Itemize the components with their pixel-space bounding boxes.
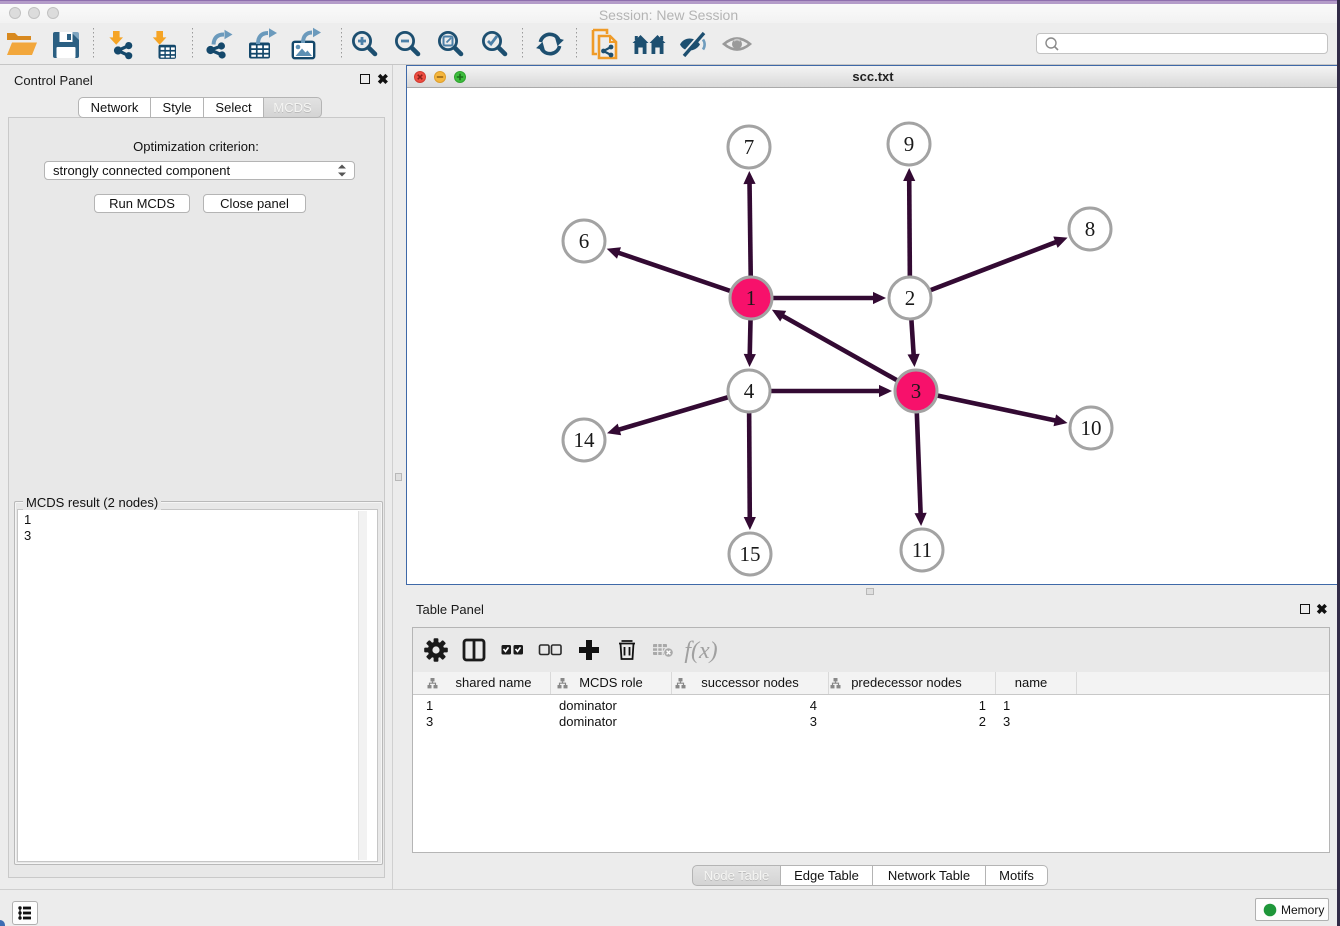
svg-text:f(x): f(x) <box>684 638 717 664</box>
svg-text:2: 2 <box>905 286 916 310</box>
svg-text:3: 3 <box>911 379 922 403</box>
svg-text:10: 10 <box>1081 416 1102 440</box>
svg-text:4: 4 <box>744 379 755 403</box>
svg-text:1: 1 <box>746 286 757 310</box>
svg-text:7: 7 <box>744 135 755 159</box>
svg-text:15: 15 <box>740 542 761 566</box>
svg-text:9: 9 <box>904 132 915 156</box>
svg-text:14: 14 <box>574 428 596 452</box>
svg-text:8: 8 <box>1085 217 1096 241</box>
svg-text:6: 6 <box>579 229 590 253</box>
svg-text:11: 11 <box>912 538 932 562</box>
